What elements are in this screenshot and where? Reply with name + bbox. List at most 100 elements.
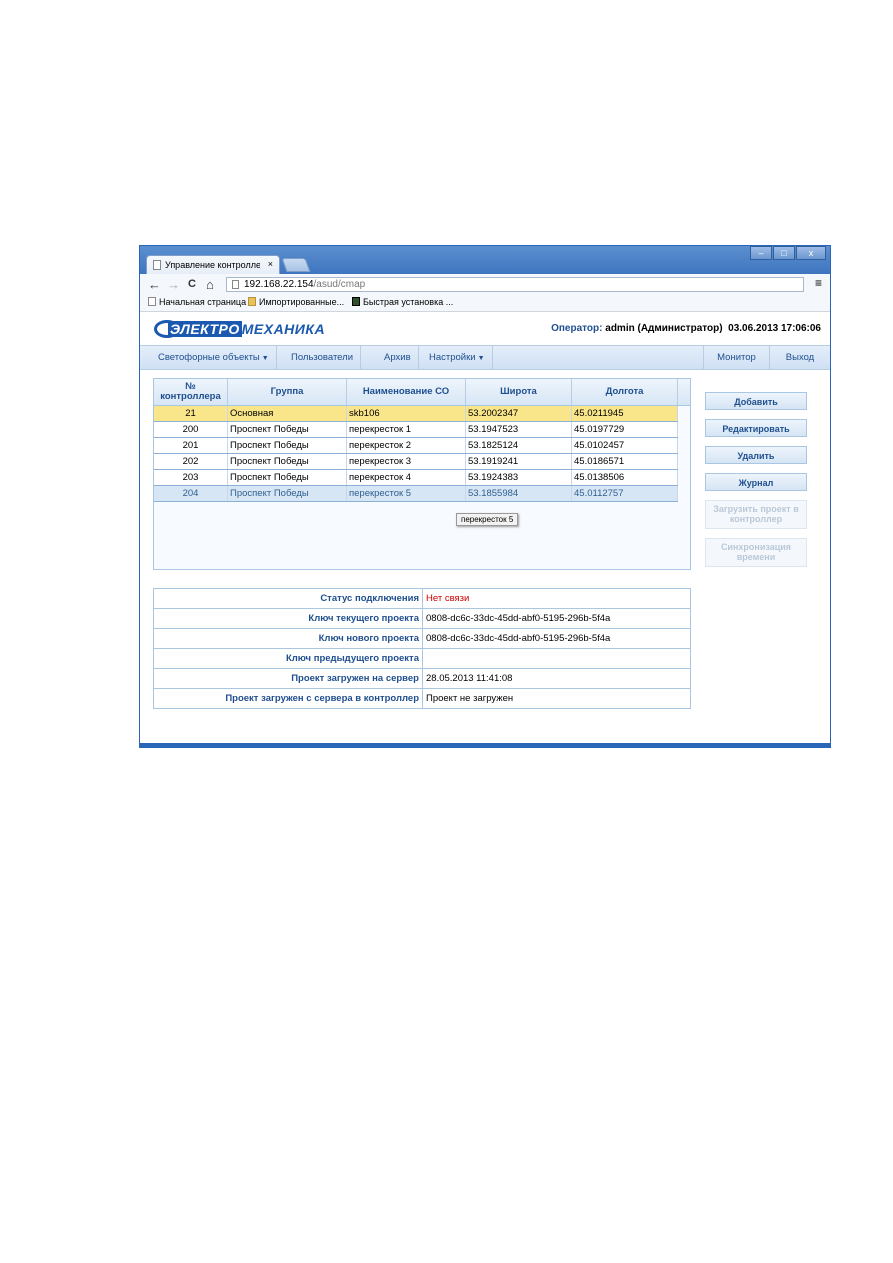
edit-button[interactable]: Редактировать [705,419,807,437]
table-row[interactable]: 201 Проспект Победы перекресток 2 53.182… [154,437,690,454]
nav-archive[interactable]: Архив [377,346,419,370]
nav-traffic-objects[interactable]: Светофорные объекты ▼ [151,346,277,370]
home-icon[interactable]: ⌂ [206,277,214,292]
cell-spacer [677,421,690,438]
page-icon [148,297,156,306]
cell-name: перекресток 5 [346,485,466,502]
info-row: Ключ предыдущего проекта [154,648,690,669]
cell-group: Проспект Победы [227,421,347,438]
app-icon [352,297,360,306]
minimize-icon[interactable]: – [750,246,772,260]
cell-number: 203 [154,469,228,486]
info-value: 0808-dc6c-33dc-45dd-abf0-5195-296b-5f4a [422,628,690,649]
table-row[interactable]: 200 Проспект Победы перекресток 1 53.194… [154,421,690,438]
cell-longitude: 45.0186571 [571,453,678,470]
info-row: Ключ нового проекта 0808-dc6c-33dc-45dd-… [154,628,690,649]
bookmark-imported[interactable]: Импортированные... [248,297,344,307]
button-label-line1: Синхронизация [720,542,792,552]
cell-name: перекресток 1 [346,421,466,438]
bookmark-quick-install[interactable]: Быстрая установка ... [352,297,453,307]
column-header-number[interactable]: № контроллера [154,379,228,406]
url-host: 192.168.22.154 [244,279,314,290]
table-row[interactable]: 21 Основная skb106 53.2002347 45.0211945 [154,405,690,422]
forward-icon[interactable]: → [167,277,180,292]
cell-longitude: 45.0112757 [571,485,678,502]
back-icon[interactable]: ← [148,277,161,292]
new-tab-button[interactable] [281,258,311,272]
cell-latitude: 53.1924383 [465,469,572,486]
sync-time-button[interactable]: Синхронизация времени [705,538,807,567]
cell-group: Проспект Победы [227,469,347,486]
info-label: Проект загружен с сервера в контроллер [154,688,423,708]
cell-longitude: 45.0138506 [571,469,678,486]
cell-spacer [677,437,690,454]
info-label: Ключ нового проекта [154,628,423,649]
operator-label: Оператор: [551,323,603,334]
nav-settings[interactable]: Настройки ▼ [422,346,493,370]
url-text: 192.168.22.154/asud/cmap [244,279,365,290]
operator-info: Оператор: admin (Администратор) 03.06.20… [551,323,821,334]
cell-number: 201 [154,437,228,454]
logo-part2: МЕХАНИКА [241,321,326,337]
column-header-spacer [677,379,690,406]
column-header-name[interactable]: Наименование СО [346,379,466,406]
nav-monitor[interactable]: Монитор [703,346,769,370]
cell-spacer [677,485,690,502]
info-label: Ключ предыдущего проекта [154,648,423,669]
table-row[interactable]: 203 Проспект Победы перекресток 4 53.192… [154,469,690,486]
controller-info-panel: Статус подключения Нет связи Ключ текуще… [153,588,691,709]
bookmark-label: Быстрая установка ... [363,297,454,307]
nav-exit[interactable]: Выход [769,346,830,370]
upload-project-button[interactable]: Загрузить проект в контроллер [705,500,807,529]
add-button[interactable]: Добавить [705,392,807,410]
reload-icon[interactable]: C [188,278,196,290]
cell-group: Проспект Победы [227,485,347,502]
cell-latitude: 53.2002347 [465,405,572,422]
folder-icon [248,297,256,306]
page-icon [232,280,239,289]
cell-spacer [677,453,690,470]
chevron-down-icon: ▼ [261,355,269,362]
cell-group: Проспект Победы [227,453,347,470]
info-value [422,648,690,669]
column-header-longitude[interactable]: Долгота [571,379,678,406]
bookmark-home[interactable]: Начальная страница [148,297,246,307]
connection-status-value: Нет связи [422,589,690,609]
logo-part1: ЭЛЕКТРО [168,321,242,337]
operator-user: admin (Администратор) [605,323,723,334]
table-row[interactable]: 204 Проспект Победы перекресток 5 53.185… [154,485,690,502]
column-header-group[interactable]: Группа [227,379,347,406]
cell-name: skb106 [346,405,466,422]
address-bar[interactable]: 192.168.22.154/asud/cmap [226,277,804,292]
delete-button[interactable]: Удалить [705,446,807,464]
close-window-icon[interactable]: x [796,246,826,260]
tab-close-icon[interactable]: × [268,259,273,269]
company-logo: ЭЛЕКТРО МЕХАНИКА [154,320,334,338]
cell-latitude: 53.1855984 [465,485,572,502]
controllers-grid: № контроллера Группа Наименование СО Шир… [153,378,691,570]
button-label-line2: контроллер [729,514,783,524]
info-label: Ключ текущего проекта [154,608,423,629]
cell-longitude: 45.0211945 [571,405,678,422]
nav-label: Монитор [717,352,756,363]
window-controls: – □ x [749,246,826,262]
browser-window: Управление контроллер × – □ x ← → C ⌂ 19… [139,245,831,748]
table-header-row: № контроллера Группа Наименование СО Шир… [154,379,690,406]
cell-number: 202 [154,453,228,470]
menu-icon[interactable]: ≡ [815,276,822,290]
cell-latitude: 53.1947523 [465,421,572,438]
journal-button[interactable]: Журнал [705,473,807,491]
maximize-icon[interactable]: □ [773,246,795,260]
info-value: Проект не загружен [426,693,514,704]
table-row[interactable]: 202 Проспект Победы перекресток 3 53.191… [154,453,690,470]
cell-spacer [677,469,690,486]
url-path: /asud/cmap [313,279,366,290]
page-icon [153,260,161,270]
browser-tab[interactable]: Управление контроллер × [146,255,280,274]
cell-number: 204 [154,485,228,502]
app-header: ЭЛЕКТРО МЕХАНИКА Оператор: admin (Админис… [140,312,830,345]
window-bottom-border [140,743,830,747]
info-label: Проект загружен на сервер [154,668,423,689]
column-header-latitude[interactable]: Широта [465,379,572,406]
nav-users[interactable]: Пользователи [284,346,362,370]
